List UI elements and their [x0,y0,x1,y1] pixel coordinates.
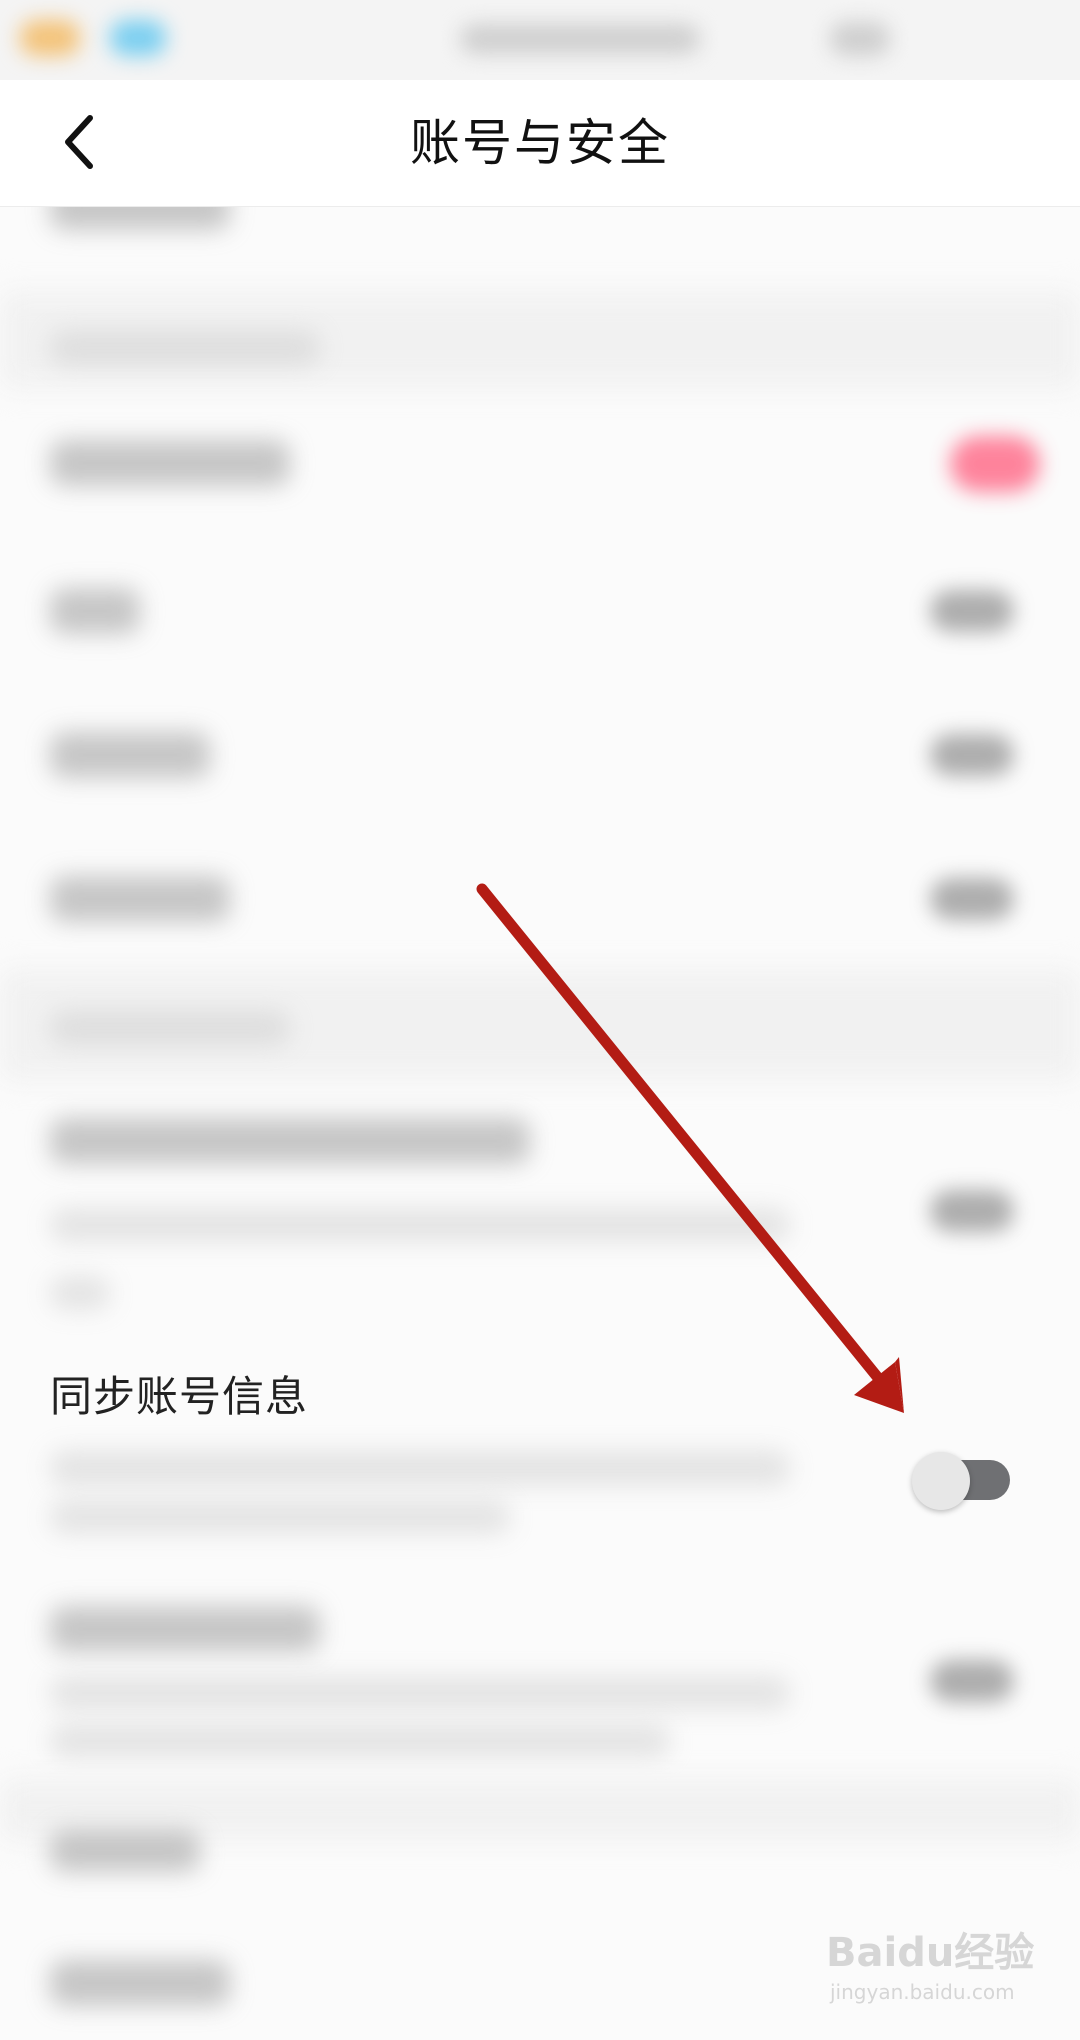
list-item [50,1830,200,1872]
toggle [930,1190,1014,1232]
page-title: 账号与安全 [410,114,670,172]
watermark: Baidu经验 jingyan.baidu.com [826,1920,1056,2020]
toggle [930,734,1014,776]
toggle [930,878,1014,920]
list-item-description [50,1676,790,1710]
sync-account-info-label: 同步账号信息 [50,1372,309,1421]
list-item [50,440,290,486]
list-item [50,876,230,922]
list-item [50,732,210,778]
sync-account-info-row: 同步账号信息 [0,1356,1080,1556]
list-item-description [50,1208,790,1242]
section-header [50,1010,290,1046]
list-item-description [50,1276,110,1310]
toggle-knob [912,1452,970,1510]
list-item [50,1118,530,1164]
top-navigation-bar: 账号与安全 [0,80,1080,207]
list-item [50,1960,230,2006]
watermark-brand: Baidu经验 [826,1930,1035,1976]
watermark-url: jingyan.baidu.com [830,1980,1015,2004]
toggle [930,1660,1014,1702]
list-item [50,1606,320,1652]
list-item [50,588,140,634]
list-item-description [50,1724,670,1758]
sync-account-info-toggle[interactable] [912,1452,1012,1510]
settings-page: 账号与安全 同步账号信息 Baidu经验 jingyan.baidu.com [0,0,1080,2040]
toggle [950,436,1040,492]
toggle [930,590,1014,632]
section-header [50,330,320,366]
blurred-settings-list [0,0,1080,2040]
